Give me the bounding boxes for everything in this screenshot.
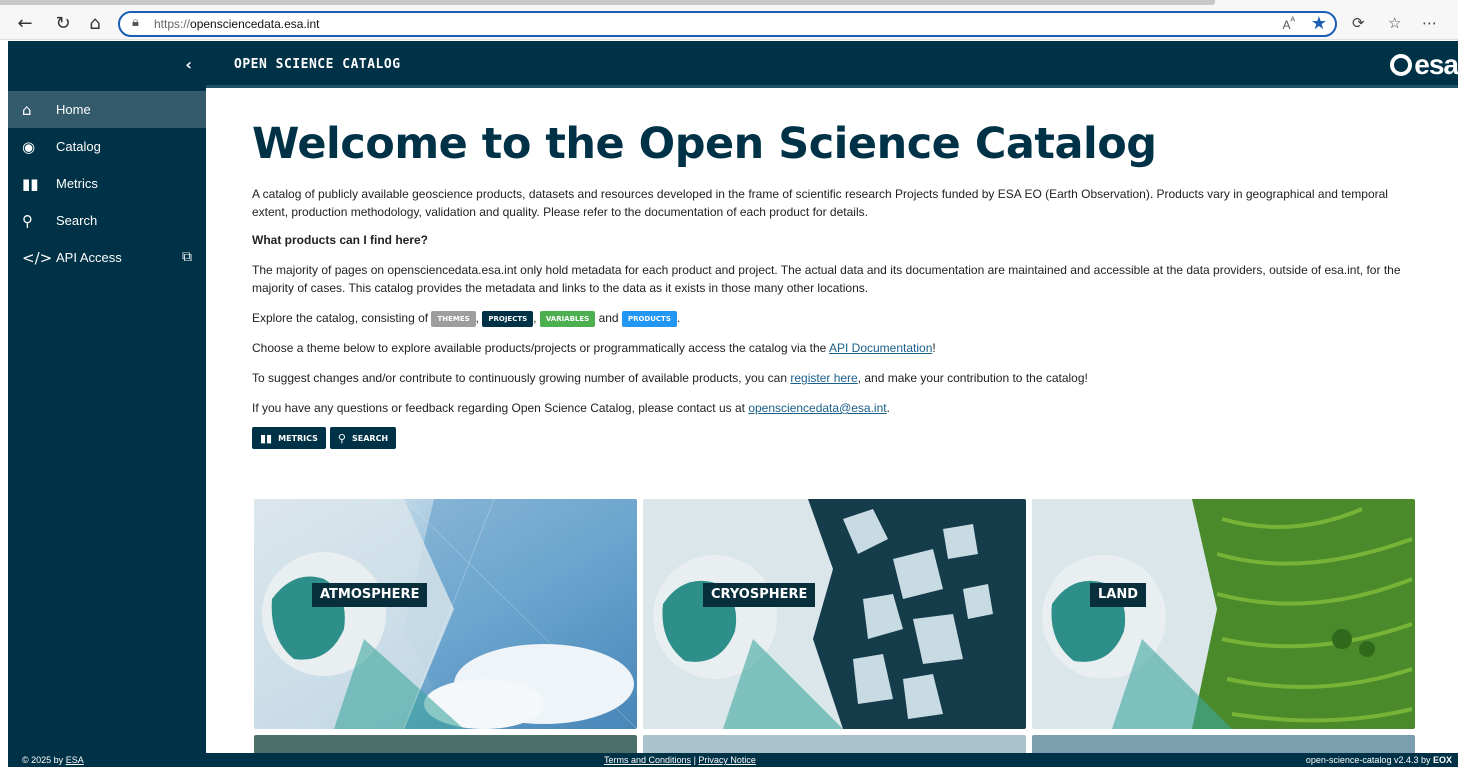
theme-label: ATMOSPHERE	[312, 583, 428, 607]
explore-paragraph: Explore the catalog, consisting of THEME…	[252, 310, 681, 327]
land-image	[1032, 499, 1415, 729]
suggest-suffix: , and make your contribution to the cata…	[857, 371, 1088, 385]
more-menu-icon[interactable]: ⋯	[1422, 14, 1437, 32]
home-icon: ⌂	[22, 100, 32, 119]
sidebar-item-home[interactable]: ⌂ Home	[8, 91, 206, 128]
footer-separator: |	[693, 755, 696, 765]
api-documentation-link[interactable]: API Documentation	[829, 341, 932, 355]
search-icon: ⚲	[337, 431, 346, 445]
version-text: open-science-catalog v2.4.3 by	[1305, 755, 1431, 765]
lock-icon: 🔒︎	[132, 15, 139, 30]
choose-suffix: !	[932, 341, 936, 355]
contact-email-link[interactable]: opensciencedata@esa.int	[748, 401, 886, 415]
app-header: OPEN SCIENCE CATALOG esa	[206, 41, 1458, 88]
privacy-link[interactable]: Privacy Notice	[698, 755, 756, 765]
copyright-text: © 2025 by	[22, 755, 64, 765]
sidebar-item-search[interactable]: ⚲ Search	[8, 202, 206, 239]
esa-logo[interactable]: esa	[1390, 49, 1458, 81]
bar-chart-icon: ▮▮	[260, 431, 273, 445]
sidebar-item-metrics[interactable]: ▮▮ Metrics	[8, 165, 206, 202]
external-link-icon: ⧉	[182, 249, 192, 265]
themes-chip[interactable]: THEMES	[431, 310, 476, 327]
cryosphere-image	[643, 499, 1026, 729]
footer-copyright: © 2025 by ESA	[22, 755, 84, 765]
address-bar[interactable]: 🔒︎ https://opensciencedata.esa.int Aᴬ ★	[118, 11, 1337, 37]
extensions-icon[interactable]: ⟳	[1352, 14, 1365, 32]
search-icon: ⚲	[22, 211, 33, 230]
footer-version: open-science-catalog v2.4.3 by EOX	[1306, 755, 1452, 765]
tab-strip	[0, 0, 1215, 5]
home-icon[interactable]: ⌂	[84, 13, 106, 35]
sidebar: ‹ ⌂ Home ◉ Catalog ▮▮ Metrics ⚲ Search <…	[8, 41, 206, 753]
suggest-paragraph: To suggest changes and/or contribute to …	[252, 369, 1422, 387]
theme-tile-cryosphere[interactable]: CRYOSPHERE	[643, 499, 1026, 729]
terms-link[interactable]: Terms and Conditions	[604, 755, 691, 765]
app-title: OPEN SCIENCE CATALOG	[234, 57, 401, 72]
page-title: Welcome to the Open Science Catalog	[252, 119, 1157, 169]
code-icon: </>	[22, 248, 53, 267]
reload-icon[interactable]: ↻	[52, 13, 74, 35]
theme-tile-atmosphere[interactable]: ATMOSPHERE	[254, 499, 637, 729]
atmosphere-image	[254, 499, 637, 729]
sidebar-item-label: Search	[56, 213, 98, 228]
majority-paragraph: The majority of pages on opensciencedata…	[252, 263, 1401, 295]
questions-text: If you have any questions or feedback re…	[252, 401, 745, 415]
questions-suffix: .	[886, 401, 890, 415]
favorite-star-icon[interactable]: ★	[1311, 13, 1327, 34]
esa-link[interactable]: ESA	[66, 755, 84, 765]
choose-text: Choose a theme below to explore availabl…	[252, 341, 827, 355]
footer: © 2025 by ESA Terms and Conditions | Pri…	[8, 753, 1458, 767]
chevron-left-icon[interactable]: ‹	[185, 55, 192, 74]
choose-paragraph: Choose a theme below to explore availabl…	[252, 339, 1422, 357]
url-text: https://opensciencedata.esa.int	[154, 17, 320, 31]
explore-text: Explore the catalog, consisting of	[252, 311, 429, 325]
main-content: Welcome to the Open Science Catalog A ca…	[206, 91, 1458, 753]
compass-icon: ◉	[22, 137, 36, 156]
sidebar-item-label: Metrics	[56, 176, 98, 191]
theme-label: LAND	[1090, 583, 1147, 607]
intro-paragraph: A catalog of publicly available geoscien…	[252, 187, 1388, 219]
theme-label: CRYOSPHERE	[703, 583, 816, 607]
question-heading: What products can I find here?	[252, 233, 429, 247]
sidebar-item-label: Catalog	[56, 139, 101, 154]
products-chip[interactable]: PRODUCTS	[621, 310, 677, 327]
read-aloud-icon[interactable]: Aᴬ	[1282, 16, 1295, 32]
theme-tile-partial[interactable]	[254, 735, 637, 753]
metrics-button[interactable]: ▮▮ METRICS	[252, 427, 326, 449]
and-text: and	[598, 311, 619, 325]
footer-links: Terms and Conditions | Privacy Notice	[604, 755, 756, 765]
browser-toolbar: ← ↻ ⌂ 🔒︎ https://opensciencedata.esa.int…	[0, 0, 1458, 40]
favorites-icon[interactable]: ☆	[1388, 14, 1401, 32]
search-button-label: SEARCH	[351, 433, 389, 443]
variables-chip[interactable]: VARIABLES	[539, 310, 596, 327]
projects-chip[interactable]: PROJECTS	[482, 310, 534, 327]
sidebar-item-catalog[interactable]: ◉ Catalog	[8, 128, 206, 165]
questions-paragraph: If you have any questions or feedback re…	[252, 399, 1422, 417]
register-link[interactable]: register here	[790, 371, 857, 385]
eox-logo[interactable]: EOX	[1433, 755, 1452, 765]
back-arrow-icon[interactable]: ←	[14, 13, 36, 35]
theme-tile-land[interactable]: LAND	[1032, 499, 1415, 729]
search-button[interactable]: ⚲ SEARCH	[329, 427, 397, 449]
bar-chart-icon: ▮▮	[22, 174, 39, 193]
sidebar-item-label: Home	[56, 102, 91, 117]
theme-tile-partial[interactable]	[1032, 735, 1415, 753]
suggest-text: To suggest changes and/or contribute to …	[252, 371, 787, 385]
theme-tile-partial[interactable]	[643, 735, 1026, 753]
sidebar-item-api-access[interactable]: </> API Access ⧉	[8, 239, 206, 276]
metrics-button-label: METRICS	[278, 433, 318, 443]
